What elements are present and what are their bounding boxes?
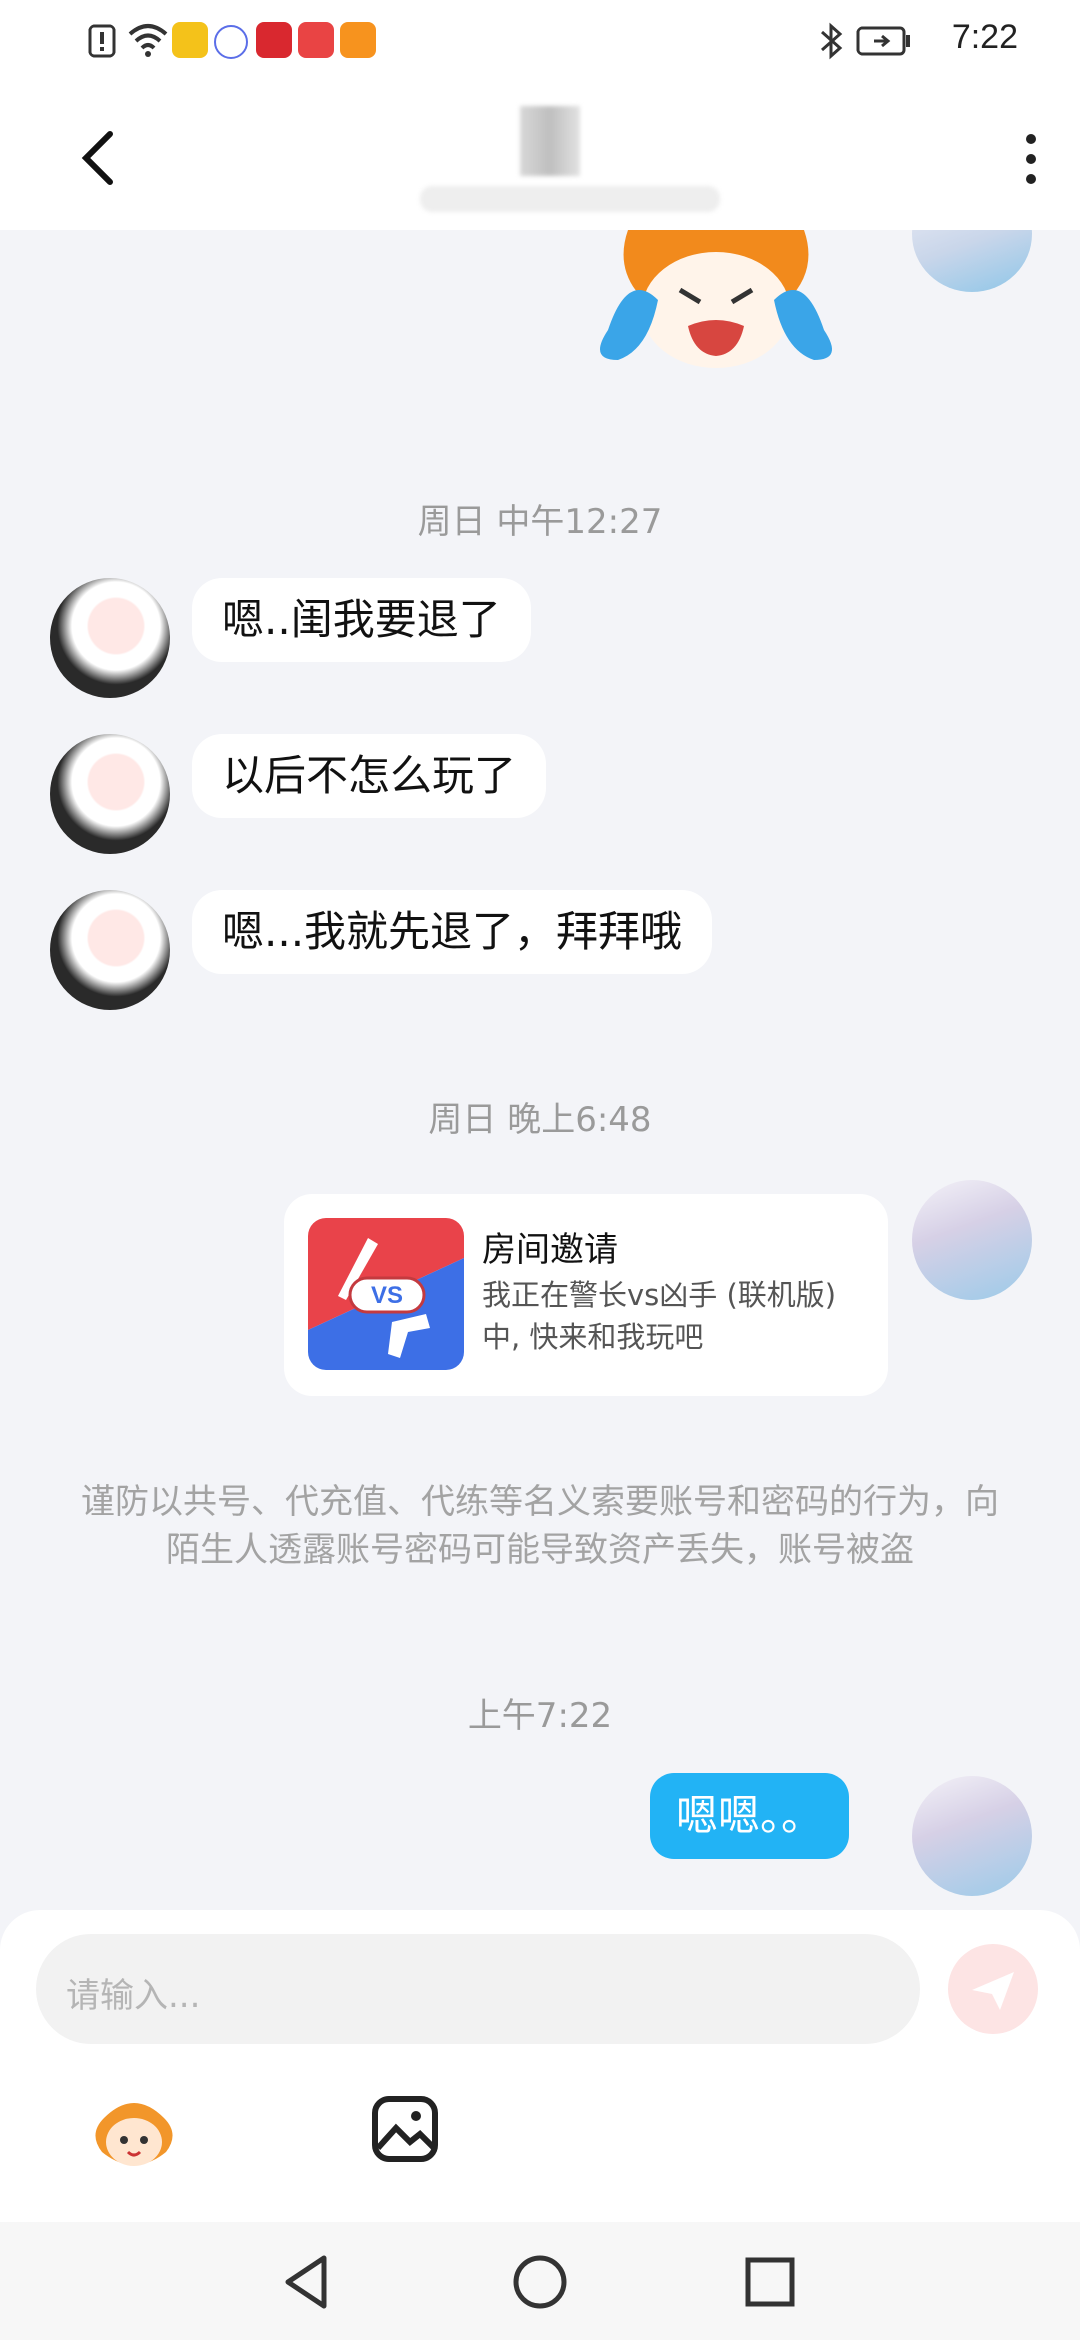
system-nav-bar — [0, 2222, 1080, 2340]
nav-recents-icon[interactable] — [738, 2250, 802, 2314]
bluetooth-icon — [821, 22, 843, 60]
wifi-icon — [128, 24, 168, 57]
message-bubble-sent[interactable]: 嗯嗯。。 — [650, 1773, 850, 1859]
message-bubble[interactable]: 嗯..闺我要退了 — [192, 578, 531, 662]
alert-icon — [88, 24, 116, 58]
chat-header — [0, 84, 1080, 230]
status-bar: 7:22 — [0, 0, 1080, 84]
send-icon — [972, 1972, 1014, 2010]
card-description: 我正在警长vs凶手 (联机版)中, 快来和我玩吧 — [482, 1278, 837, 1354]
message-bubble[interactable]: 嗯...我就先退了，拜拜哦 — [192, 890, 713, 974]
nav-back-icon[interactable] — [276, 2250, 340, 2314]
more-vert-icon[interactable] — [1016, 128, 1046, 192]
video-icon — [340, 22, 376, 58]
input-placeholder: 请输入... — [66, 1976, 201, 2016]
timestamp: 周日 中午12:27 — [417, 502, 663, 542]
huawei-mall-icon — [298, 22, 334, 58]
music-icon — [214, 25, 248, 59]
security-warning: 谨防以共号、代充值、代练等名义索要账号和密码的行为，向陌生人透露账号密码可能导致… — [81, 1482, 999, 1570]
battery-icon — [856, 26, 910, 56]
crying-sticker — [600, 230, 832, 368]
message-bubble[interactable]: 以后不怎么玩了 — [192, 734, 547, 818]
avatar[interactable] — [50, 578, 170, 698]
chat-title — [420, 106, 720, 212]
avatar[interactable] — [912, 1776, 1032, 1896]
image-icon[interactable] — [370, 2094, 440, 2164]
room-invite-card[interactable]: VS 房间邀请 我正在警长vs凶手 (联机版)中, 快来和我玩吧 — [284, 1194, 888, 1396]
game-icon: VS — [308, 1218, 464, 1370]
vs-label: VS — [371, 1282, 403, 1309]
card-title: 房间邀请 — [482, 1230, 618, 1270]
back-chevron-icon[interactable] — [70, 128, 130, 188]
nav-home-icon[interactable] — [508, 2250, 572, 2314]
avatar[interactable] — [50, 734, 170, 854]
avatar[interactable] — [50, 890, 170, 1010]
taobao-icon — [256, 22, 292, 58]
timestamp: 上午7:22 — [467, 1696, 613, 1736]
avatar[interactable] — [912, 1180, 1032, 1300]
app-yellow-icon — [172, 22, 208, 58]
message-input[interactable]: 请输入... — [36, 1934, 920, 2044]
status-time: 7:22 — [951, 18, 1018, 56]
emoji-sticker-icon[interactable] — [90, 2088, 178, 2176]
send-button[interactable] — [948, 1944, 1038, 2034]
input-panel: 请输入... — [0, 1910, 1080, 2222]
timestamp: 周日 晚上6:48 — [428, 1100, 652, 1140]
